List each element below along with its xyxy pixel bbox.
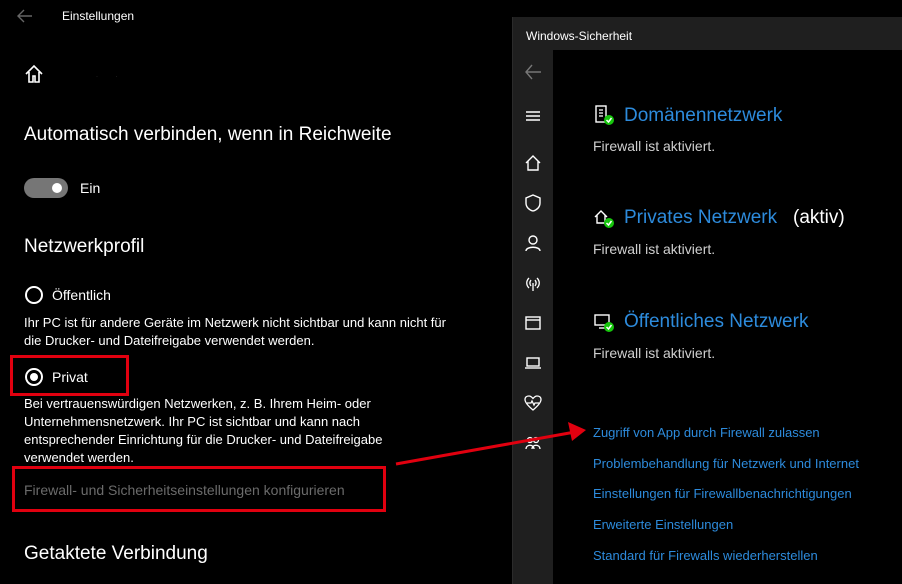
private-description: Bei vertrauenswürdigen Netzwerken, z. B.… (24, 396, 383, 465)
person-icon[interactable] (523, 233, 543, 253)
toggle-knob (52, 183, 62, 193)
security-titlebar: Windows-Sicherheit (513, 17, 902, 50)
auto-connect-heading: Automatisch verbinden, wenn in Reichweit… (24, 124, 392, 145)
hamburger-menu-icon[interactable] (523, 106, 543, 126)
network-profile-heading: Netzwerkprofil (24, 236, 145, 257)
private-network-active-label: (aktiv) (793, 207, 845, 228)
allow-app-through-firewall-link[interactable]: Zugriff von App durch Firewall zulassen (593, 425, 820, 440)
public-network-link[interactable]: Öffentliches Netzwerk (624, 311, 808, 333)
home-icon[interactable] (24, 64, 44, 84)
app-title: Einstellungen (62, 9, 135, 23)
family-icon[interactable] (523, 433, 543, 453)
public-description: Ihr PC ist für andere Geräte im Netzwerk… (24, 315, 446, 348)
domain-network-icon (595, 105, 614, 125)
security-window: Windows-Sicherheit Domänennetzwerk Firew… (512, 17, 902, 584)
health-heart-icon[interactable] (523, 393, 543, 413)
auto-connect-toggle-label: Ein (80, 180, 101, 196)
restore-firewall-defaults-link[interactable]: Standard für Firewalls wiederherstellen (593, 548, 818, 563)
metered-connection-heading: Getaktete Verbindung (24, 543, 208, 564)
back-arrow-icon[interactable] (523, 62, 543, 82)
settings-titlebar: Einstellungen (0, 0, 512, 34)
private-network-icon (594, 210, 614, 228)
auto-connect-toggle[interactable] (24, 178, 68, 198)
app-browser-icon[interactable] (523, 313, 543, 333)
radio-public[interactable] (25, 286, 43, 304)
highlight-box-firewall-config (12, 466, 386, 512)
domain-network-link[interactable]: Domänennetzwerk (624, 105, 782, 127)
private-network-link[interactable]: Privates Netzwerk (624, 207, 777, 229)
firewall-notification-settings-link[interactable]: Einstellungen für Firewallbenachrichtigu… (593, 486, 852, 501)
laptop-icon[interactable] (523, 353, 543, 373)
public-network-status: Firewall ist aktiviert. (593, 345, 716, 361)
network-troubleshoot-link[interactable]: Problembehandlung für Netzwerk und Inter… (593, 456, 859, 471)
radio-public-label[interactable]: Öffentlich (52, 287, 111, 303)
wireless-antenna-icon[interactable] (523, 273, 543, 293)
settings-window: Einstellungen · · Automatisch verbinden,… (0, 0, 512, 584)
highlight-box-private (10, 355, 129, 396)
home-icon[interactable] (523, 153, 543, 173)
security-nav-rail (513, 50, 553, 584)
private-network-status: Firewall ist aktiviert. (593, 241, 716, 257)
public-network-icon (594, 314, 614, 332)
breadcrumb-dots: · · (96, 74, 126, 80)
advanced-settings-link[interactable]: Erweiterte Einstellungen (593, 517, 733, 532)
domain-network-status: Firewall ist aktiviert. (593, 138, 716, 154)
shield-icon[interactable] (523, 193, 543, 213)
security-app-title: Windows-Sicherheit (526, 29, 633, 43)
back-arrow-icon[interactable] (16, 8, 34, 24)
